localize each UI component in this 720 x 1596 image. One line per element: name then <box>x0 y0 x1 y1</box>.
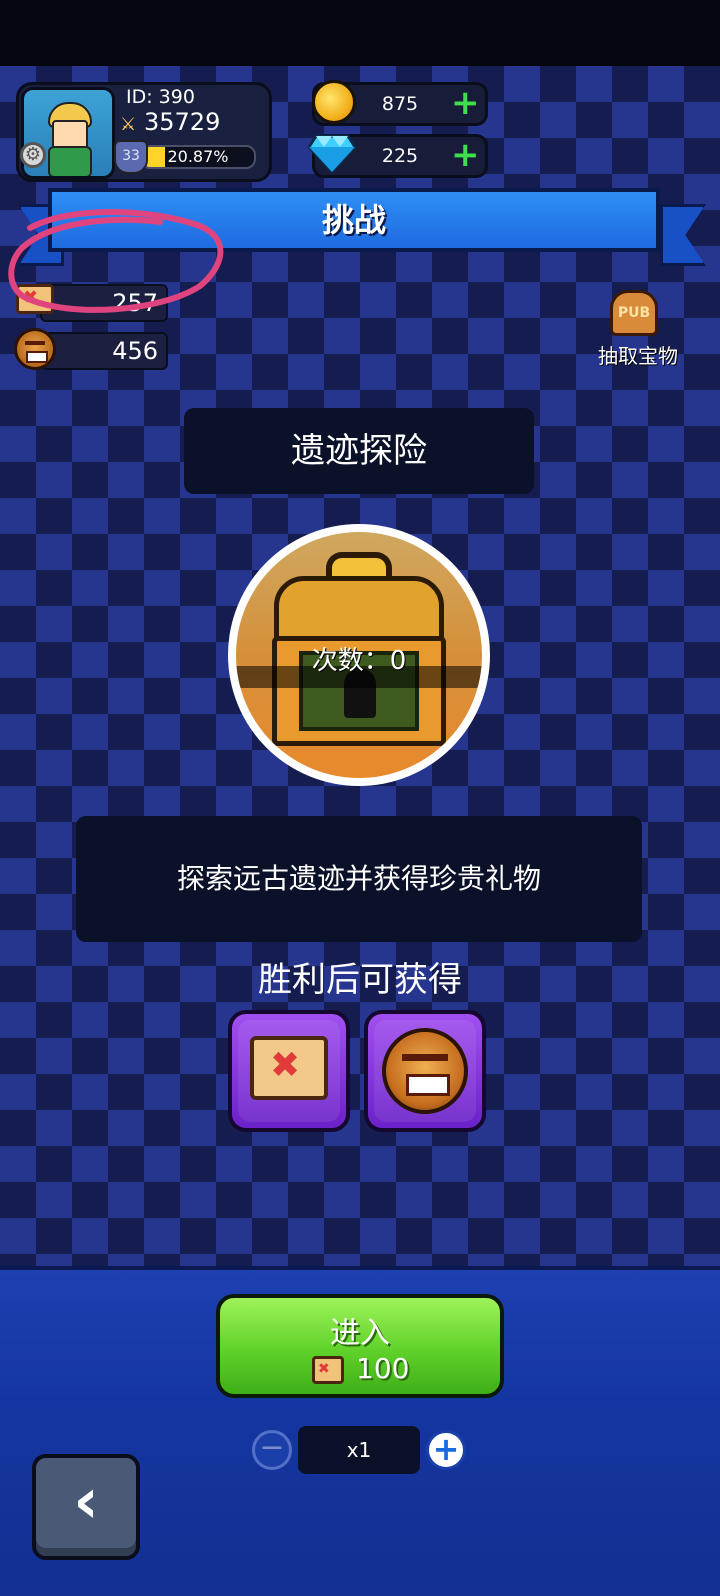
diamond-icon <box>308 134 356 174</box>
settings-gear-icon[interactable]: ⚙ <box>20 142 46 168</box>
event-description-box: 探索远古遗迹并获得珍贵礼物 <box>76 816 642 942</box>
treasure-map-icon: ✖ <box>250 1036 328 1100</box>
treasure-chest-icon: 次数：0 <box>236 532 482 778</box>
event-title: 遗迹探险 <box>291 431 427 471</box>
mask-count: 456 <box>112 337 158 365</box>
xp-percent: 20.87% <box>167 147 229 166</box>
enter-label: 进入 <box>330 1316 390 1351</box>
map-count: 257 <box>112 289 158 317</box>
rewards-heading: 胜利后可获得 <box>258 960 462 1000</box>
multiplier-display: x1 <box>298 1426 420 1474</box>
attempts-count: 次数：0 <box>311 646 407 676</box>
swords-icon: ⚔ <box>120 114 137 135</box>
event-description: 探索远古遗迹并获得珍贵礼物 <box>176 862 541 895</box>
reward-card-mask[interactable] <box>364 1010 486 1132</box>
treasure-map-icon: ✖ <box>312 1356 344 1384</box>
coin-value: 875 <box>381 93 419 115</box>
increase-button[interactable]: + <box>426 1430 466 1470</box>
gold-coin-icon <box>312 80 356 124</box>
multiplier-value: x1 <box>346 1438 372 1462</box>
tiki-mask-icon <box>382 1028 468 1114</box>
status-bar <box>0 0 720 66</box>
pub-icon[interactable]: PUB <box>610 290 658 336</box>
event-chest-badge[interactable]: 次数：0 <box>228 524 490 786</box>
page-title: 挑战 <box>321 201 386 239</box>
treasure-map-icon: ✖ <box>16 284 54 314</box>
enter-cost: 100 <box>356 1352 410 1385</box>
decrease-button[interactable]: − <box>252 1430 292 1470</box>
combat-power: 35729 <box>144 108 221 136</box>
tiki-mask-icon <box>14 328 56 370</box>
mask-counter: 456 <box>40 332 168 370</box>
level-shield-icon: 33 <box>114 140 148 174</box>
avatar-body <box>48 146 92 176</box>
add-coins-button[interactable]: + <box>451 86 480 120</box>
event-title-box: 遗迹探险 <box>184 408 534 494</box>
add-gems-button[interactable]: + <box>451 138 480 172</box>
title-banner: 挑战 <box>48 188 660 252</box>
chevron-left-icon: ‹ <box>73 1464 99 1537</box>
back-button[interactable]: ‹ <box>32 1454 140 1560</box>
xp-bar: 20.87% <box>140 145 256 169</box>
map-counter: 257 <box>40 284 168 322</box>
player-id: ID: 390 <box>126 86 195 108</box>
gem-value: 225 <box>381 145 419 167</box>
enter-button[interactable]: 进入 ✖ 100 <box>216 1294 504 1398</box>
reward-card-map[interactable]: ✖ <box>228 1010 350 1132</box>
draw-treasure-label[interactable]: 抽取宝物 <box>588 340 688 369</box>
